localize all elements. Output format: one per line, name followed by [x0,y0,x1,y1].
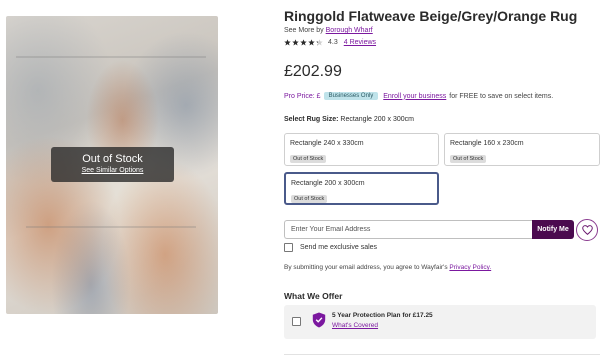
notify-me-button[interactable]: Notify Me [532,220,574,239]
size-option-240x330[interactable]: Rectangle 240 x 330cm Out of Stock [284,133,439,166]
businesses-only-badge: Businesses Only [323,92,379,100]
pro-price-row: Pro Price: £ Businesses Only Enroll your… [284,92,553,100]
whats-covered-link[interactable]: What's Covered [332,322,378,329]
star-icon [300,39,307,46]
email-disclaimer: By submitting your email address, you ag… [284,264,491,271]
out-of-stock-badge: Out of Stock [291,195,328,203]
heart-icon [581,225,593,235]
rating-row: 4.3 4 Reviews [284,39,376,46]
out-of-stock-label: Out of Stock [82,153,143,165]
exclusive-sales-label: Send me exclusive sales [300,244,378,251]
see-more-prefix: See More by [284,27,324,34]
shield-icon [312,312,326,328]
see-more-by: See More by Borough Wharf [284,27,373,34]
exclusive-sales-checkbox[interactable] [284,243,293,252]
product-image[interactable]: Out of Stock See Similar Options [6,16,218,314]
star-icon [292,39,299,46]
offers-heading: What We Offer [284,291,343,301]
reviews-link[interactable]: 4 Reviews [344,39,376,46]
pro-price-label: Pro Price: £ [284,92,321,100]
privacy-policy-link[interactable]: Privacy Policy. [449,264,491,271]
protection-plan-card: 5 Year Protection Plan for £17.25 What's… [284,305,596,339]
rug-size-label: Select Rug Size: Rectangle 200 x 300cm [284,116,414,123]
product-price: £202.99 [284,63,342,80]
pro-price-suffix: for FREE to save on select items. [449,92,554,100]
star-half-icon [316,39,323,46]
rating-stars [284,39,323,46]
size-option-label: Rectangle 240 x 330cm [290,140,364,147]
see-similar-options-link[interactable]: See Similar Options [51,167,174,174]
star-icon [284,39,291,46]
exclusive-sales-row: Send me exclusive sales [284,243,377,252]
image-texture [26,226,196,228]
size-option-160x230[interactable]: Rectangle 160 x 230cm Out of Stock [444,133,600,166]
divider [284,354,600,355]
rug-size-heading: Select Rug Size: [284,116,339,123]
disclaimer-text: By submitting your email address, you ag… [284,264,448,271]
size-option-200x300[interactable]: Rectangle 200 x 300cm Out of Stock [284,172,439,205]
protection-plan-title: 5 Year Protection Plan for £17.25 [332,312,433,319]
favorite-button[interactable] [576,219,598,241]
out-of-stock-badge: Out of Stock [290,155,327,163]
size-option-label: Rectangle 160 x 230cm [450,140,524,147]
brand-link[interactable]: Borough Wharf [326,27,373,34]
enroll-business-link[interactable]: Enroll your business [383,93,446,100]
product-title: Ringgold Flatweave Beige/Grey/Orange Rug [284,8,578,24]
out-of-stock-badge: Out of Stock [450,155,487,163]
notify-form: Notify Me [284,220,574,239]
size-option-label: Rectangle 200 x 300cm [291,180,365,187]
out-of-stock-overlay: Out of Stock See Similar Options [51,147,174,182]
star-icon [308,39,315,46]
email-input[interactable] [284,220,532,239]
rating-value: 4.3 [328,39,338,46]
rug-size-selected: Rectangle 200 x 300cm [340,116,414,123]
image-texture [16,56,206,58]
protection-plan-checkbox[interactable] [292,317,301,326]
